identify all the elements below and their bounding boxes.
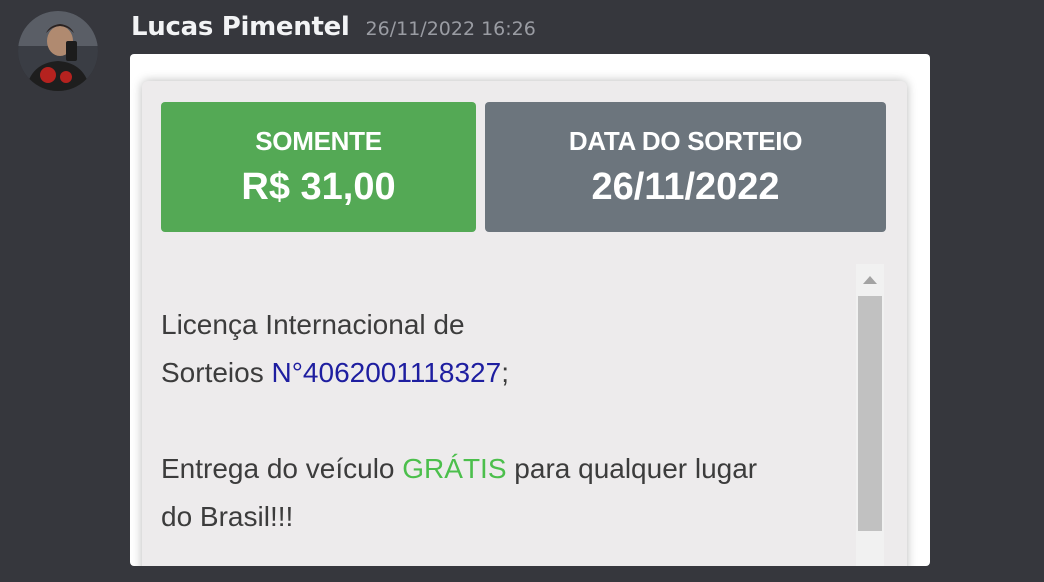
raffle-card: SOMENTE R$ 31,00 DATA DO SORTEIO 26/11/2… xyxy=(142,81,907,566)
price-value: R$ 31,00 xyxy=(241,166,396,208)
delivery-line-2: do Brasil!!! xyxy=(161,501,294,532)
license-line-1: Licença Internacional de xyxy=(161,309,465,340)
raffle-description: Licença Internacional de Sorteios N°4062… xyxy=(161,301,841,541)
draw-date-value: 26/11/2022 xyxy=(591,166,780,208)
delivery-text-cont: para qualquer lugar xyxy=(506,453,758,484)
license-number: N°4062001118327 xyxy=(271,357,502,388)
scroll-up-icon[interactable] xyxy=(863,276,877,284)
price-box: SOMENTE R$ 31,00 xyxy=(161,102,476,232)
free-highlight: GRÁTIS xyxy=(402,453,507,484)
scroll-thumb[interactable] xyxy=(858,296,882,531)
chat-message: Lucas Pimentel 26/11/2022 16:26 SOMENTE … xyxy=(0,0,1044,582)
delivery-line-1: Entrega do veículo GRÁTIS para qualquer … xyxy=(161,445,841,493)
price-label: SOMENTE xyxy=(255,126,382,156)
license-line-2: Sorteios N°4062001118327; xyxy=(161,349,841,397)
license-end: ; xyxy=(501,357,509,388)
scrollbar[interactable] xyxy=(856,264,884,566)
image-attachment[interactable]: SOMENTE R$ 31,00 DATA DO SORTEIO 26/11/2… xyxy=(130,54,930,566)
user-avatar[interactable] xyxy=(18,11,98,91)
message-header: Lucas Pimentel 26/11/2022 16:26 xyxy=(131,12,536,46)
draw-date-label: DATA DO SORTEIO xyxy=(568,126,803,156)
avatar-photo-icon xyxy=(18,11,98,91)
license-text: Sorteios xyxy=(161,357,272,388)
timestamp: 26/11/2022 16:26 xyxy=(365,18,536,40)
draw-date-box: DATA DO SORTEIO 26/11/2022 xyxy=(485,102,886,232)
username[interactable]: Lucas Pimentel xyxy=(131,12,350,42)
delivery-text: Entrega do veículo xyxy=(161,453,403,484)
